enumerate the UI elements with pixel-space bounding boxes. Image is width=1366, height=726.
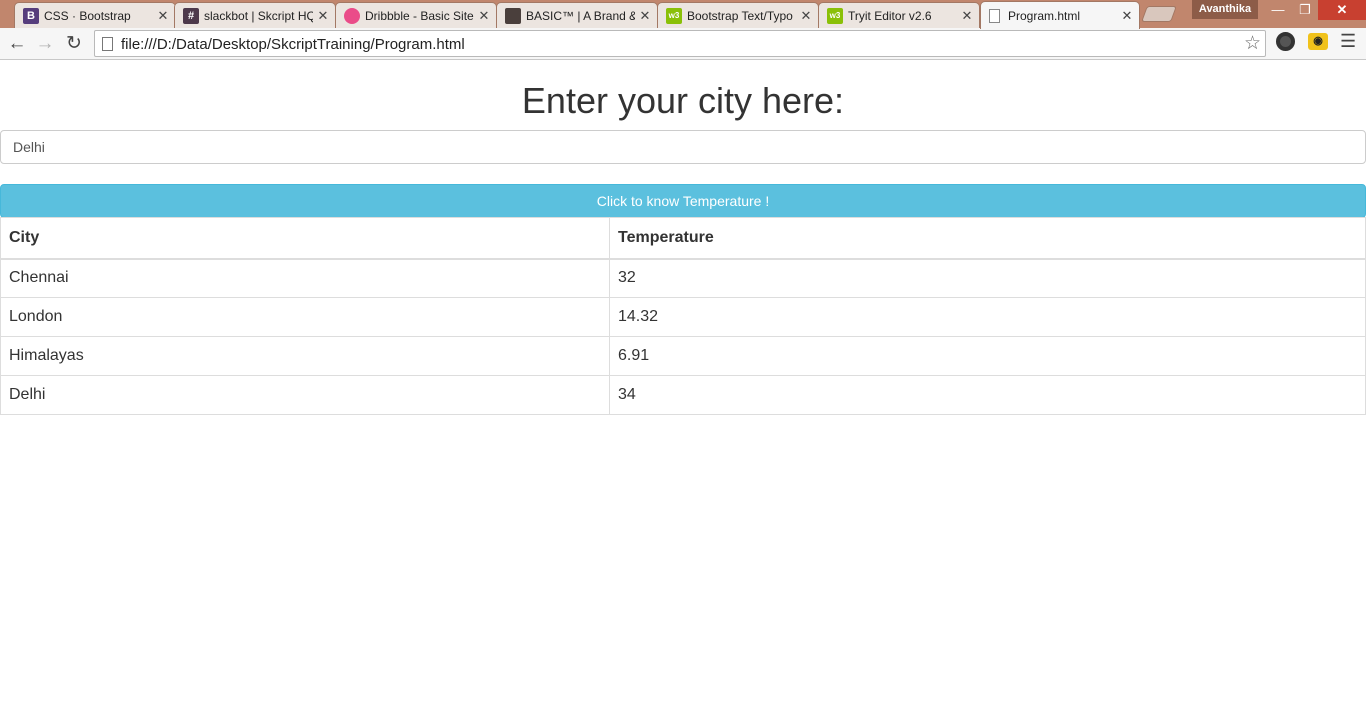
temperature-cell: 6.91 — [609, 336, 1366, 376]
tab-title: Dribbble - Basic Site — [365, 8, 474, 23]
temperature-table: City Temperature Chennai 32 London 14.32… — [0, 217, 1366, 415]
city-cell: Delhi — [0, 375, 610, 415]
basic-brand-icon — [505, 7, 521, 24]
page-icon — [102, 37, 113, 51]
table-row: London 14.32 — [0, 297, 1366, 337]
temperature-cell: 14.32 — [609, 297, 1366, 337]
column-header-city: City — [0, 217, 610, 260]
browser-toolbar: ← → ↻ file:///D:/Data/Desktop/SkcriptTra… — [0, 28, 1366, 60]
table-row: Delhi 34 — [0, 375, 1366, 415]
page-icon — [989, 8, 1000, 23]
w3-icon: w3 — [827, 7, 843, 24]
temperature-cell: 32 — [609, 258, 1366, 298]
close-tab-icon[interactable]: ✕ — [1121, 8, 1133, 24]
menu-icon[interactable]: ☰ — [1340, 31, 1356, 52]
close-window-icon[interactable]: ✕ — [1318, 0, 1366, 20]
table-header-row: City Temperature — [0, 217, 1366, 260]
city-cell: Himalayas — [0, 336, 610, 376]
back-arrow-icon[interactable]: ← — [4, 31, 30, 57]
url-text[interactable]: file:///D:/Data/Desktop/SkcriptTraining/… — [121, 36, 465, 53]
column-header-temperature: Temperature — [609, 217, 1366, 260]
tab-css-bootstrap[interactable]: B CSS · Bootstrap ✕ — [14, 2, 176, 28]
temperature-cell: 34 — [609, 375, 1366, 415]
restore-icon[interactable]: ❐ — [1292, 0, 1318, 20]
reload-icon[interactable]: ↻ — [61, 31, 87, 57]
close-tab-icon[interactable]: ✕ — [157, 8, 169, 24]
tab-bootstrap-typography[interactable]: w3 Bootstrap Text/Typo ✕ — [657, 2, 819, 28]
tab-basic-brand[interactable]: BASIC™ | A Brand & ✕ — [496, 2, 658, 28]
tab-tryit-editor[interactable]: w3 Tryit Editor v2.6 ✕ — [818, 2, 980, 28]
new-tab-button[interactable] — [1141, 6, 1177, 22]
chrome-extension-icon[interactable] — [1276, 32, 1295, 51]
profile-badge[interactable]: Avanthika — [1192, 0, 1258, 19]
tab-title: slackbot | Skcript HQ — [204, 8, 313, 23]
bootstrap-icon: B — [23, 7, 39, 24]
browser-title-bar: B CSS · Bootstrap ✕ # slackbot | Skcript… — [0, 0, 1366, 29]
address-bar[interactable]: file:///D:/Data/Desktop/SkcriptTraining/… — [94, 30, 1266, 57]
tab-title: BASIC™ | A Brand & — [526, 8, 635, 23]
city-cell: Chennai — [0, 258, 610, 298]
eye-extension-icon[interactable]: ◉ — [1308, 33, 1328, 50]
know-temperature-button[interactable]: Click to know Temperature ! — [0, 184, 1366, 218]
tab-title: Tryit Editor v2.6 — [848, 8, 932, 23]
bookmark-star-icon[interactable]: ☆ — [1244, 32, 1261, 55]
page-heading: Enter your city here: — [521, 80, 845, 121]
close-tab-icon[interactable]: ✕ — [639, 8, 651, 24]
page-content: Enter your city here: Click to know Temp… — [0, 61, 1366, 726]
hashtag-icon: # — [183, 7, 199, 24]
tab-slackbot[interactable]: # slackbot | Skcript HQ ✕ — [174, 2, 336, 28]
close-tab-icon[interactable]: ✕ — [317, 8, 329, 24]
forward-arrow-icon[interactable]: → — [32, 31, 58, 57]
tab-title: Program.html — [1008, 8, 1081, 23]
close-tab-icon[interactable]: ✕ — [800, 8, 812, 24]
city-input[interactable] — [0, 130, 1366, 164]
w3-icon: w3 — [666, 7, 682, 24]
tab-title: CSS · Bootstrap — [44, 8, 131, 23]
city-cell: London — [0, 297, 610, 337]
dribbble-icon — [344, 7, 360, 24]
tab-program-html[interactable]: Program.html ✕ — [980, 1, 1140, 29]
close-tab-icon[interactable]: ✕ — [961, 8, 973, 24]
table-row: Himalayas 6.91 — [0, 336, 1366, 376]
tab-title: Bootstrap Text/Typo — [687, 8, 793, 23]
table-row: Chennai 32 — [0, 258, 1366, 298]
minimize-icon[interactable]: — — [1264, 0, 1292, 20]
close-tab-icon[interactable]: ✕ — [478, 8, 490, 24]
tab-dribbble[interactable]: Dribbble - Basic Site ✕ — [335, 2, 497, 28]
